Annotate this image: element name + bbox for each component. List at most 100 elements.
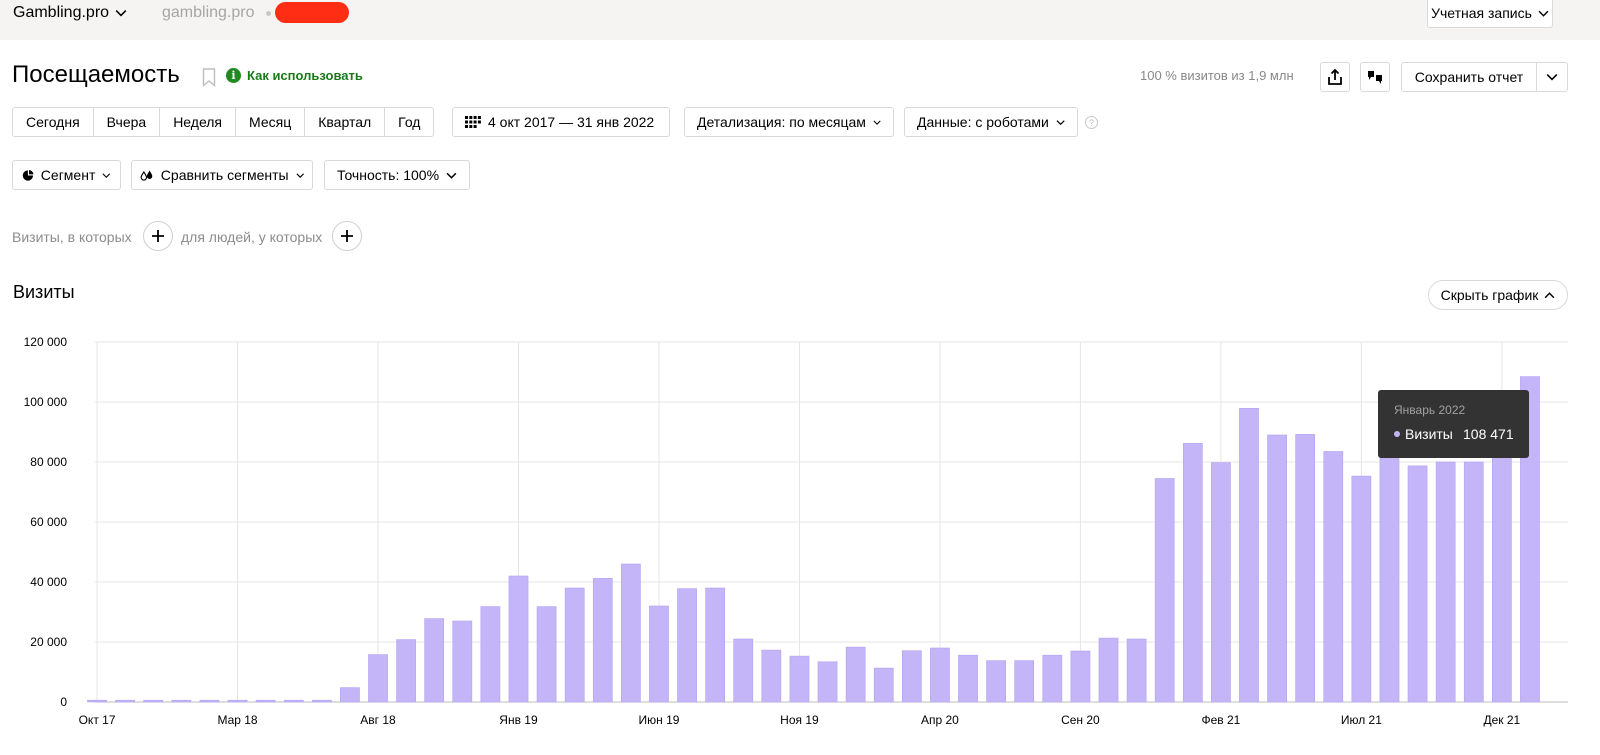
chart-bar[interactable] <box>1042 654 1063 703</box>
chart-bar[interactable] <box>733 638 754 703</box>
x-tick-label: Сен 20 <box>1061 713 1100 727</box>
chart-bar[interactable] <box>1267 434 1287 703</box>
chart-bar[interactable] <box>789 655 810 703</box>
chart-bar[interactable] <box>1463 461 1484 703</box>
x-tick-label: Окт 17 <box>79 713 116 727</box>
chart-bar[interactable] <box>958 654 978 703</box>
redacted-block <box>275 2 349 23</box>
compare-segments-dropdown[interactable]: Сравнить сегменты <box>131 160 313 190</box>
x-tick-label: Мар 18 <box>217 713 257 727</box>
chart-bar[interactable] <box>115 699 135 703</box>
chart-bar[interactable] <box>705 587 726 703</box>
data-mode-label: Данные: с роботами <box>917 114 1049 130</box>
chart-bar[interactable] <box>817 661 838 703</box>
save-report-dropdown[interactable] <box>1536 62 1568 92</box>
hide-chart-button[interactable]: Скрыть график <box>1428 280 1568 310</box>
chart-bar[interactable] <box>283 699 304 703</box>
add-people-condition-button[interactable] <box>332 221 362 251</box>
accuracy-dropdown[interactable]: Точность: 100% <box>324 160 470 190</box>
save-report-button[interactable]: Сохранить отчет <box>1401 62 1537 92</box>
chart-bar[interactable] <box>143 699 164 703</box>
account-label: Учетная запись <box>1431 5 1532 21</box>
accuracy-label: Точность: 100% <box>337 167 440 183</box>
period-month[interactable]: Месяц <box>236 108 306 136</box>
data-mode-dropdown[interactable]: Данные: с роботами <box>904 107 1078 137</box>
chart-bar[interactable] <box>1435 461 1456 703</box>
chart-bar[interactable] <box>1351 475 1372 703</box>
period-year[interactable]: Год <box>385 108 433 136</box>
chart-bar[interactable] <box>396 639 416 703</box>
chart-bar[interactable] <box>480 606 501 703</box>
chart-bar[interactable] <box>1014 660 1035 703</box>
chart-bar[interactable] <box>845 646 866 703</box>
x-tick-label: Ноя 19 <box>780 713 819 727</box>
chart-bar[interactable] <box>340 687 360 703</box>
chart-bar[interactable] <box>368 654 388 703</box>
pie-chart-icon <box>22 169 34 181</box>
chart-bar[interactable] <box>199 699 220 703</box>
detail-dropdown[interactable]: Детализация: по месяцам <box>684 107 894 137</box>
chart-bar[interactable] <box>1182 443 1203 703</box>
segment-dropdown[interactable]: Сегмент <box>12 160 121 190</box>
bookmark-icon[interactable] <box>202 68 216 87</box>
chart-bar[interactable] <box>1323 451 1344 703</box>
drops-icon <box>140 170 153 181</box>
chart-bar[interactable] <box>649 605 669 703</box>
period-yesterday[interactable]: Вчера <box>94 108 161 136</box>
chart-bar[interactable] <box>1098 637 1119 703</box>
date-range-label: 4 окт 2017 — 31 янв 2022 <box>488 114 655 130</box>
period-quarter[interactable]: Квартал <box>305 108 386 136</box>
chart-bar[interactable] <box>1070 650 1091 703</box>
chart-bar[interactable] <box>508 575 529 703</box>
feedback-button[interactable] <box>1360 62 1390 92</box>
how-to-use-link[interactable]: i Как использовать <box>226 68 363 83</box>
chart-bar[interactable] <box>87 699 107 703</box>
chart-bar[interactable] <box>1239 408 1259 703</box>
y-tick-label: 100 000 <box>24 395 68 409</box>
visits-chart: 0 20 000 40 000 60 000 80 000 100 000 120 000 О… <box>24 335 1568 727</box>
chart-bar[interactable] <box>452 620 473 703</box>
chart-bar[interactable] <box>621 563 641 703</box>
account-button[interactable]: Учетная запись <box>1427 0 1553 28</box>
chart-bar[interactable] <box>564 587 585 703</box>
chart-bar[interactable] <box>761 649 782 703</box>
tooltip-series: Визиты <box>1405 426 1453 442</box>
status-dot-icon <box>266 11 271 16</box>
chart-bar[interactable] <box>1154 478 1175 703</box>
x-tick-label: Авг 18 <box>360 713 396 727</box>
x-tick-label: Апр 20 <box>921 713 959 727</box>
chart-bar[interactable] <box>1492 455 1512 703</box>
plus-icon <box>341 230 353 242</box>
period-week[interactable]: Неделя <box>160 108 237 136</box>
top-bar: Gambling.pro gambling.pro Учетная запись <box>0 0 1600 40</box>
chart-bar[interactable] <box>1407 465 1428 703</box>
chart-bar[interactable] <box>901 650 922 703</box>
chart-bar[interactable] <box>592 578 613 703</box>
chevron-down-icon <box>1546 74 1558 81</box>
chart-bar[interactable] <box>255 699 276 703</box>
chart-bar[interactable] <box>171 699 192 703</box>
chart-bar[interactable] <box>536 606 557 703</box>
tooltip-value: 108 471 <box>1463 426 1514 442</box>
chart-bar[interactable] <box>1211 462 1231 703</box>
chart-bar[interactable] <box>227 699 248 703</box>
info-icon: i <box>226 68 241 83</box>
share-button[interactable] <box>1320 62 1350 92</box>
chart-bar[interactable] <box>424 618 445 703</box>
chart-bar[interactable] <box>930 647 950 703</box>
date-range-button[interactable]: 4 окт 2017 — 31 янв 2022 <box>452 107 670 137</box>
chart-bar[interactable] <box>1295 434 1316 703</box>
help-icon[interactable]: ? <box>1085 116 1098 129</box>
site-switcher[interactable]: Gambling.pro <box>13 4 127 22</box>
chart-bar[interactable] <box>311 699 332 703</box>
hide-chart-label: Скрыть график <box>1440 287 1539 303</box>
chart-bar[interactable] <box>677 588 697 703</box>
chart-bar[interactable] <box>873 667 894 703</box>
chart-bar[interactable] <box>1126 638 1147 703</box>
chart-bar[interactable] <box>1379 447 1400 703</box>
period-today[interactable]: Сегодня <box>13 108 94 136</box>
chart-tooltip: Январь 2022 Визиты 108 471 <box>1378 390 1529 458</box>
chart-bar[interactable] <box>986 660 1006 703</box>
add-visit-condition-button[interactable] <box>143 221 173 251</box>
visits-share-text: 100 % визитов из 1,9 млн <box>1140 68 1294 83</box>
